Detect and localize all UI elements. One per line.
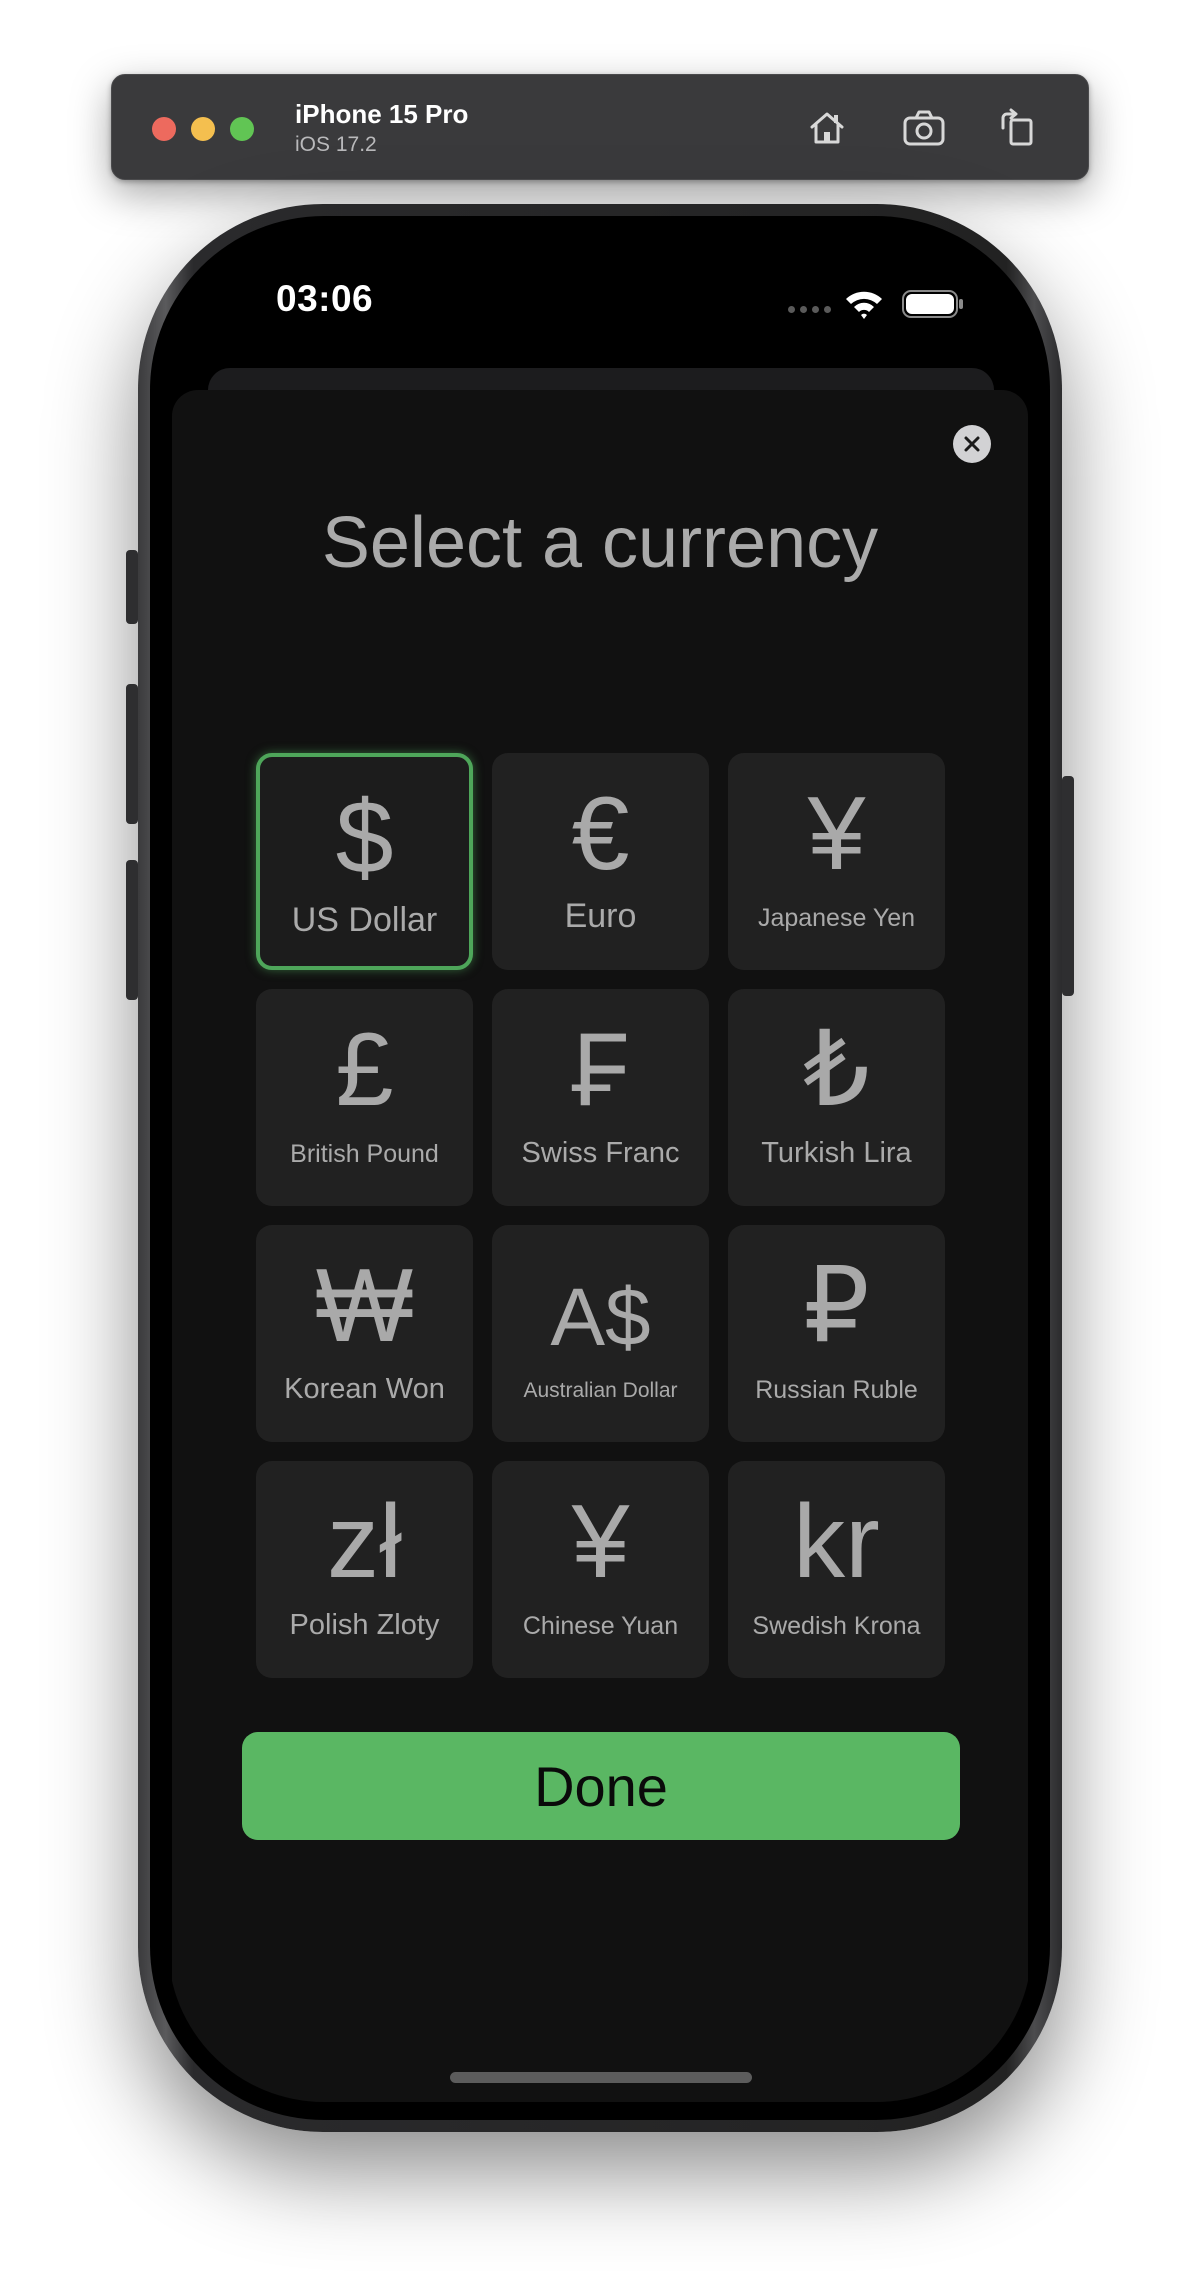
currency-symbol: A$ [550, 1272, 651, 1363]
currency-name: Australian Dollar [523, 1379, 678, 1402]
action-button [126, 550, 138, 624]
currency-tile-usd[interactable]: $ US Dollar [256, 753, 473, 970]
currency-tile-eur[interactable]: € Euro [492, 753, 709, 970]
currency-symbol: $ [335, 780, 394, 896]
battery-icon [902, 290, 963, 318]
currency-name: British Pound [290, 1140, 439, 1168]
currency-symbol: ₩ [315, 1248, 414, 1364]
currency-symbol: ¥ [807, 776, 866, 892]
close-button[interactable] [953, 425, 991, 463]
home-button[interactable] [802, 103, 852, 153]
currency-symbol: ₽ [803, 1248, 870, 1364]
simulator-toolbar: iPhone 15 Pro iOS 17.2 [111, 74, 1089, 180]
volume-down-button [126, 860, 138, 1000]
currency-symbol: zł [326, 1484, 403, 1600]
currency-name: Swedish Krona [752, 1612, 921, 1640]
currency-tile-krw[interactable]: ₩ Korean Won [256, 1225, 473, 1442]
signal-dots [788, 306, 831, 313]
currency-name: US Dollar [291, 901, 438, 939]
currency-name: Euro [564, 897, 637, 935]
currency-tile-rub[interactable]: ₽ Russian Ruble [728, 1225, 945, 1442]
currency-name: Russian Ruble [755, 1376, 918, 1404]
currency-name: Korean Won [284, 1373, 445, 1405]
home-icon [810, 112, 844, 144]
camera-icon [903, 110, 945, 146]
os-version: iOS 17.2 [295, 133, 377, 156]
currency-tile-try[interactable]: ₺ Turkish Lira [728, 989, 945, 1206]
currency-symbol: ₺ [803, 1012, 870, 1128]
device-name: iPhone 15 Pro [295, 99, 469, 129]
currency-tile-sek[interactable]: kr Swedish Krona [728, 1461, 945, 1678]
currency-name: Swiss Franc [521, 1137, 680, 1169]
currency-symbol: £ [335, 1012, 394, 1128]
currency-tile-pln[interactable]: zł Polish Zloty [256, 1461, 473, 1678]
volume-up-button [126, 684, 138, 824]
zoom-window-button[interactable] [230, 117, 254, 141]
currency-tile-aud[interactable]: A$ Australian Dollar [492, 1225, 709, 1442]
currency-tile-gbp[interactable]: £ British Pound [256, 989, 473, 1206]
currency-symbol: ₣ [571, 1012, 630, 1128]
currency-symbol: € [571, 776, 630, 892]
power-button [1062, 776, 1074, 996]
currency-name: Polish Zloty [289, 1609, 440, 1641]
currency-tile-chf[interactable]: ₣ Swiss Franc [492, 989, 709, 1206]
home-indicator[interactable] [450, 2072, 752, 2083]
currency-symbol: ¥ [571, 1484, 630, 1600]
screenshot-button[interactable] [899, 103, 949, 153]
status-time: 03:06 [276, 278, 374, 319]
wifi-icon [846, 291, 882, 319]
close-icon [964, 436, 980, 452]
currency-name: Turkish Lira [761, 1137, 912, 1169]
currency-grid: $ US Dollar € Euro ¥ Japanese Yen £ Brit… [256, 753, 946, 1678]
close-window-button[interactable] [152, 117, 176, 141]
currency-name: Japanese Yen [757, 904, 916, 932]
currency-tile-cny[interactable]: ¥ Chinese Yuan [492, 1461, 709, 1678]
currency-name: Chinese Yuan [522, 1612, 679, 1640]
page-title: Select a currency [321, 503, 879, 583]
rotate-button[interactable] [992, 103, 1042, 153]
done-button[interactable]: Done [242, 1732, 960, 1840]
minimize-window-button[interactable] [191, 117, 215, 141]
phone-screen: 03:06 Select a currency $ US Dollar € Eu… [168, 234, 1032, 2102]
rotate-icon [1001, 108, 1033, 146]
currency-symbol: kr [793, 1484, 880, 1600]
currency-tile-jpy[interactable]: ¥ Japanese Yen [728, 753, 945, 970]
